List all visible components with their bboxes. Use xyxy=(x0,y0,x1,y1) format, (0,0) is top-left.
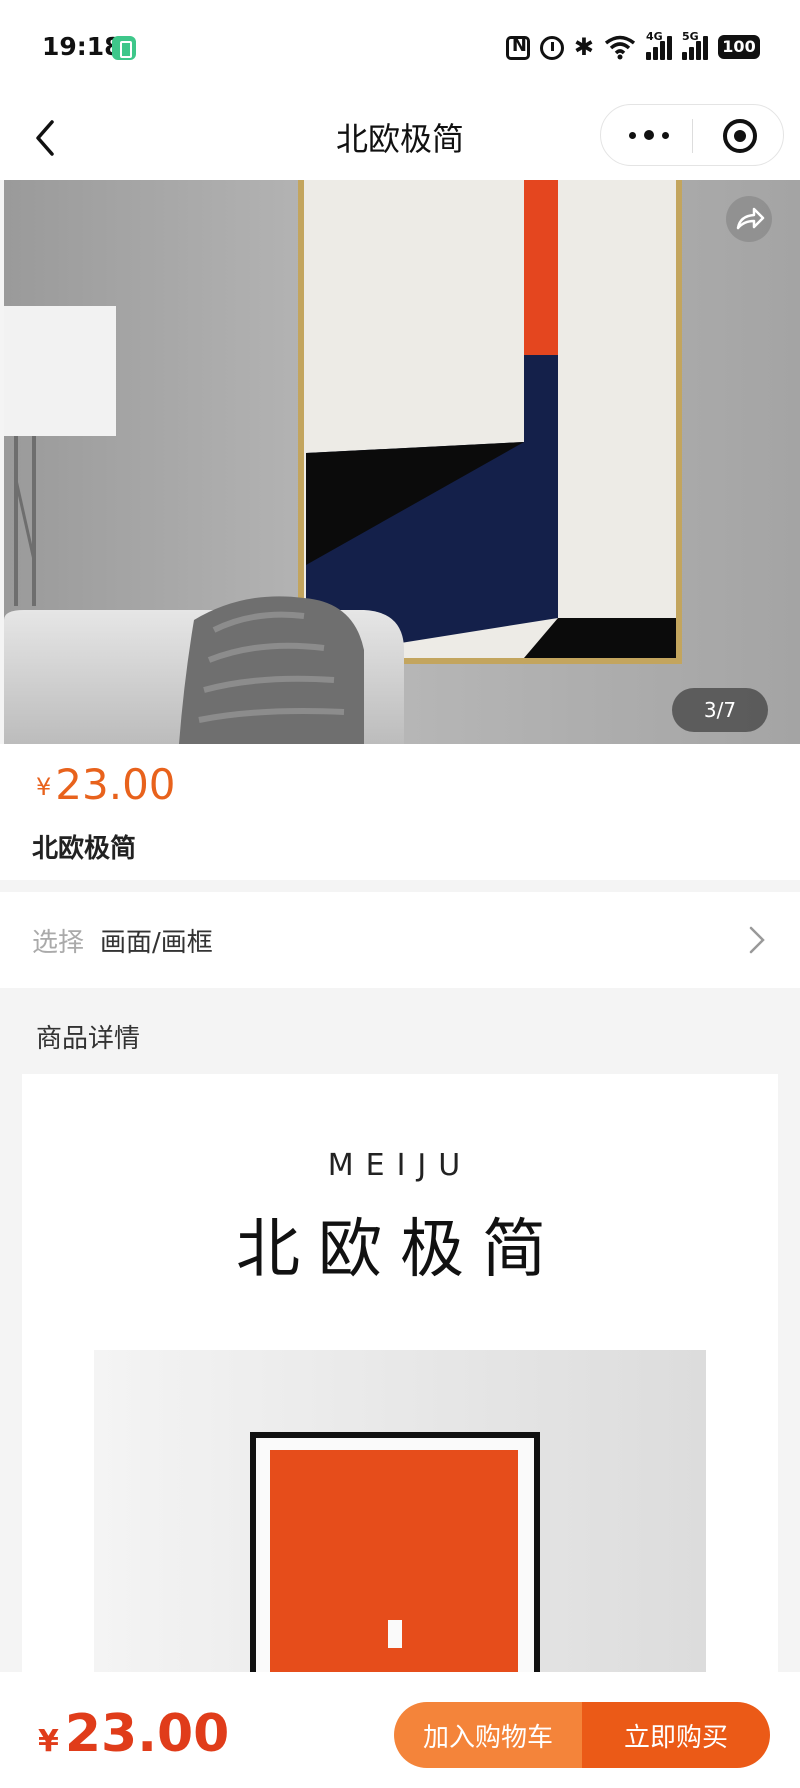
product-info: ¥23.00 北欧极简 xyxy=(0,744,800,880)
bluetooth-icon: ✱ xyxy=(573,33,594,61)
spec-select-row[interactable]: 选择 画面/画框 xyxy=(0,892,800,988)
purchase-buttons: 加入购物车 立即购买 xyxy=(394,1702,770,1768)
more-icon[interactable] xyxy=(629,125,669,145)
cell-signal-icon: 4G xyxy=(646,30,672,60)
mini-program-capsule xyxy=(600,104,784,166)
product-title: 北欧极简 xyxy=(32,834,137,864)
product-price: ¥23.00 xyxy=(36,760,176,809)
share-icon[interactable] xyxy=(726,196,772,242)
status-bar: 19:18 ✱ 4G 5G 100 xyxy=(0,0,800,96)
battery-saver-icon xyxy=(112,36,136,60)
detail-content: MEIJU 北欧极简 xyxy=(22,1074,778,1694)
add-to-cart-button[interactable]: 加入购物车 xyxy=(394,1702,582,1768)
brand-name: MEIJU xyxy=(327,1148,473,1183)
gallery-page-indicator: 3/7 xyxy=(672,688,768,732)
signal-label: 4G xyxy=(646,30,663,43)
price-value: 23.00 xyxy=(55,760,176,809)
detail-image xyxy=(94,1350,706,1694)
wifi-icon xyxy=(604,34,636,60)
bottom-action-bar: ¥23.00 加入购物车 立即购买 xyxy=(0,1672,800,1788)
details-heading: 商品详情 xyxy=(36,1024,141,1054)
select-value: 画面/画框 xyxy=(100,928,213,958)
status-icons: ✱ 4G 5G 100 xyxy=(505,30,760,62)
buy-now-button[interactable]: 立即购买 xyxy=(582,1702,770,1768)
currency-symbol: ¥ xyxy=(38,1724,59,1759)
nav-bar: 北欧极简 xyxy=(0,96,800,180)
battery-icon: 100 xyxy=(718,35,760,59)
close-mini-program-icon[interactable] xyxy=(723,119,757,153)
status-time: 19:18 xyxy=(42,32,122,61)
alarm-icon xyxy=(539,36,564,60)
product-image xyxy=(4,180,800,744)
signal-label: 5G xyxy=(682,30,699,43)
detail-title: 北欧极简 xyxy=(236,1213,564,1287)
chevron-right-icon xyxy=(746,924,768,956)
product-gallery[interactable]: 3/7 xyxy=(4,180,800,744)
nfc-icon xyxy=(505,35,530,60)
price-value: 23.00 xyxy=(64,1704,230,1764)
select-label: 选择 xyxy=(32,928,85,958)
capsule-divider xyxy=(692,119,693,153)
currency-symbol: ¥ xyxy=(36,773,52,801)
cell-signal-icon: 5G xyxy=(682,30,708,60)
bottom-price: ¥23.00 xyxy=(38,1704,229,1764)
